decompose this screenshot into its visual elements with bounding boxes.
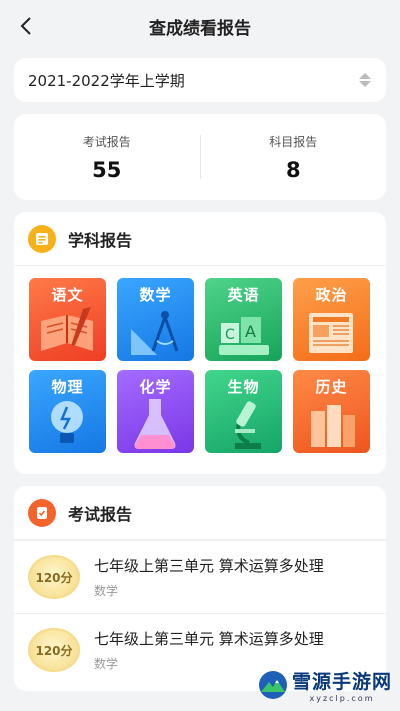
section-title: 考试报告	[68, 504, 133, 524]
tile-label: 政治	[315, 286, 348, 304]
score-badge: 120分	[28, 555, 80, 599]
sort-caret-icon	[359, 73, 371, 87]
subject-tile-english[interactable]: 英语 C A	[205, 278, 282, 361]
exam-report-section: 考试报告 120分 七年级上第三单元 算术运算多处理 数学 120分 七年级上第…	[14, 486, 386, 691]
stat-subject-reports[interactable]: 科目报告 8	[201, 133, 387, 182]
exam-report-row[interactable]: 120分 七年级上第三单元 算术运算多处理 数学	[14, 540, 386, 613]
tile-label: 物理	[51, 378, 84, 396]
subject-tile-biology[interactable]: 生物	[205, 370, 282, 453]
subject-tile-politics[interactable]: 政治	[293, 278, 370, 361]
mountain-logo-icon	[258, 671, 287, 699]
watermark-title: 雪源手游网	[291, 671, 392, 693]
tile-label: 语文	[51, 286, 84, 304]
subject-tile-math[interactable]: 数学	[117, 278, 194, 361]
subject-report-section: 学科报告 语文 数学 英语 C A 政治 物理 化学 生物 历史	[14, 212, 386, 474]
stats-card: 考试报告 55 科目报告 8	[14, 114, 386, 200]
stat-value: 55	[92, 157, 122, 182]
section-header: 学科报告	[14, 212, 386, 266]
tile-label: 生物	[227, 378, 260, 396]
subject-grid: 语文 数学 英语 C A 政治 物理 化学 生物 历史	[14, 266, 386, 453]
nav-bar: 查成绩看报告	[0, 0, 400, 52]
page-title: 查成绩看报告	[149, 18, 251, 39]
back-button[interactable]	[14, 14, 38, 38]
section-header: 考试报告	[14, 486, 386, 540]
exam-title: 七年级上第三单元 算术运算多处理	[94, 557, 324, 575]
stat-label: 考试报告	[82, 134, 131, 149]
back-arrow-icon	[20, 17, 31, 35]
term-selector[interactable]: 2021-2022学年上学期	[14, 58, 386, 102]
tile-label: 历史	[315, 378, 348, 396]
score-badge: 120分	[28, 628, 80, 672]
subject-tile-chinese[interactable]: 语文	[29, 278, 106, 361]
subject-tile-chemistry[interactable]: 化学	[117, 370, 194, 453]
watermark-url: xyzclp.com	[309, 694, 375, 703]
report-list-icon	[28, 224, 56, 253]
tile-label: 数学	[139, 286, 172, 304]
tile-label: 化学	[139, 378, 172, 396]
tile-label: 英语	[227, 286, 260, 304]
stat-value: 8	[285, 157, 301, 182]
exam-subject: 数学	[94, 584, 119, 598]
stat-label: 科目报告	[269, 134, 318, 149]
section-title: 学科报告	[68, 230, 133, 250]
clipboard-icon	[28, 498, 56, 527]
exam-title: 七年级上第三单元 算术运算多处理	[94, 630, 324, 648]
watermark: 雪源手游网 xyzclp.com	[258, 667, 392, 703]
term-label: 2021-2022学年上学期	[28, 71, 185, 90]
subject-tile-physics[interactable]: 物理	[29, 370, 106, 453]
stat-exam-reports[interactable]: 考试报告 55	[14, 133, 200, 182]
subject-tile-history[interactable]: 历史	[293, 370, 370, 453]
